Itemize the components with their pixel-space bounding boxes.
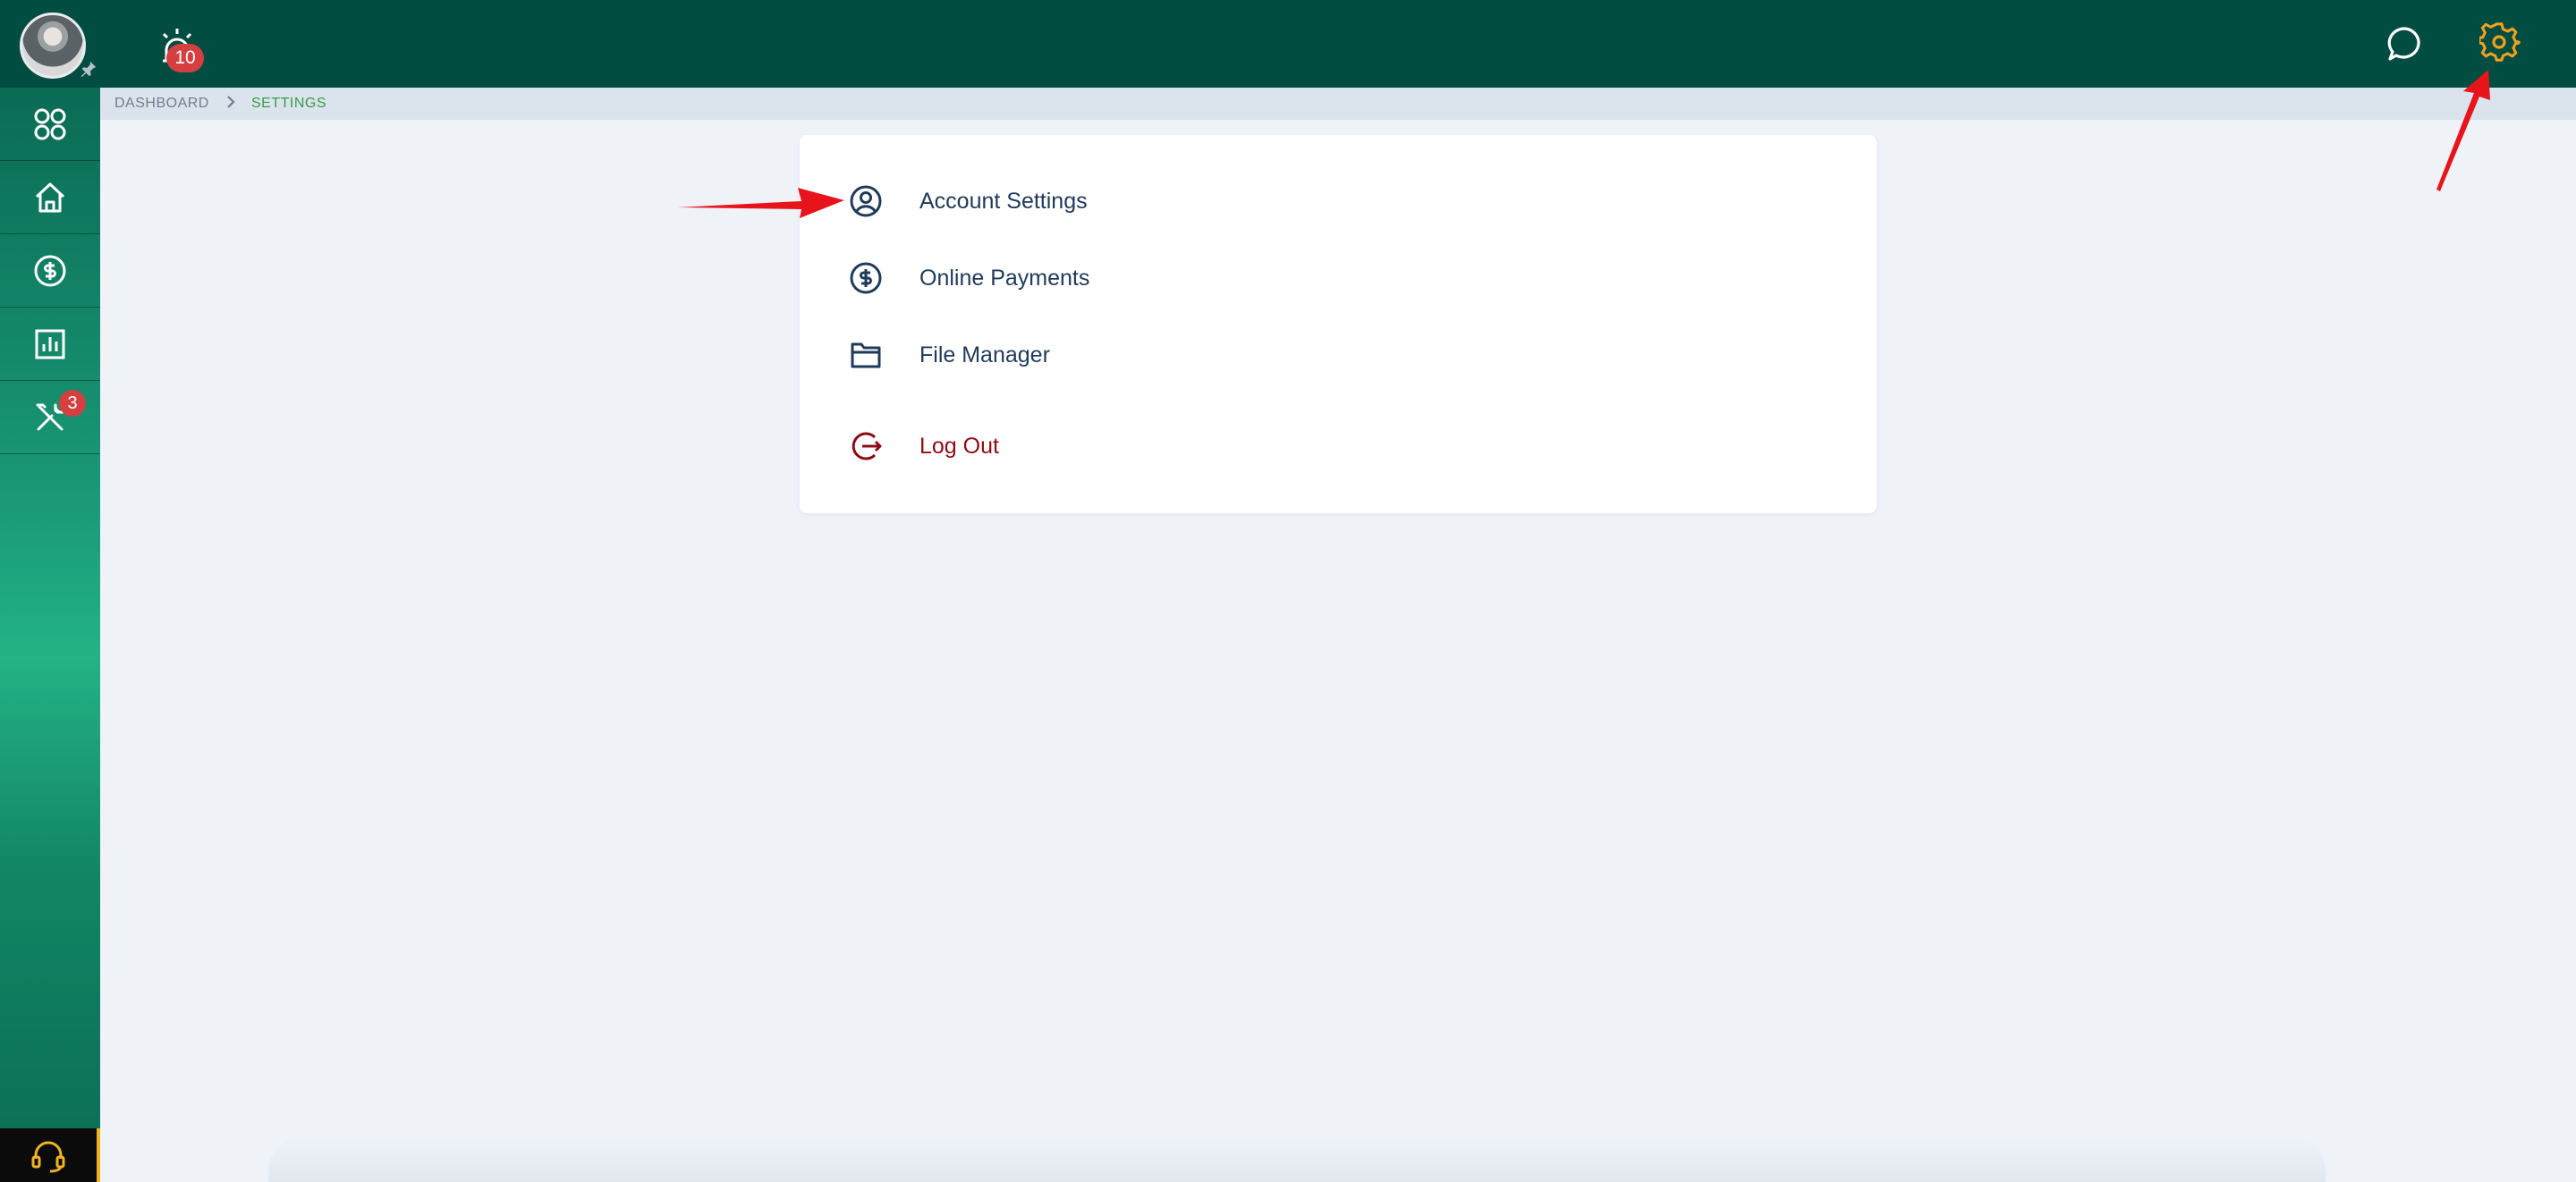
sidebar-item-tools[interactable] bbox=[0, 381, 100, 454]
home-icon bbox=[35, 182, 65, 212]
logout-icon bbox=[852, 432, 882, 460]
menu-item-log-out[interactable]: Log Out bbox=[848, 421, 1385, 471]
breadcrumb: DASHBOARD SETTINGS bbox=[100, 88, 2576, 120]
menu-label: Online Payments bbox=[919, 265, 1090, 291]
bar-chart-icon bbox=[35, 329, 65, 359]
folder-icon bbox=[851, 342, 881, 368]
headset-icon bbox=[31, 1141, 65, 1173]
breadcrumb-settings: SETTINGS bbox=[251, 96, 327, 111]
menu-item-account-settings[interactable]: Account Settings bbox=[848, 176, 1385, 226]
sidebar-item-apps[interactable] bbox=[0, 88, 100, 161]
top-bar: 10 bbox=[0, 0, 2576, 88]
menu-item-online-payments[interactable]: Online Payments bbox=[848, 253, 1385, 303]
menu-label: Log Out bbox=[919, 433, 999, 459]
user-circle-icon bbox=[850, 185, 882, 217]
pin-icon[interactable] bbox=[79, 59, 98, 79]
dollar-circle-icon bbox=[34, 255, 66, 286]
menu-label: File Manager bbox=[919, 342, 1050, 367]
chat-icon[interactable] bbox=[2385, 24, 2425, 63]
gear-icon[interactable] bbox=[2479, 22, 2521, 63]
menu-item-file-manager[interactable]: File Manager bbox=[848, 330, 1385, 380]
sidebar: 3 bbox=[0, 88, 100, 1182]
footer bbox=[268, 1136, 2326, 1182]
chevron-right-icon bbox=[227, 96, 235, 108]
settings-menu: Account Settings Online Payments File Ma… bbox=[800, 135, 1877, 513]
sidebar-item-home[interactable] bbox=[0, 161, 100, 234]
user-avatar[interactable] bbox=[20, 13, 86, 79]
tools-badge: 3 bbox=[59, 390, 86, 417]
dollar-circle-icon bbox=[850, 262, 882, 294]
alarm-badge: 10 bbox=[166, 44, 204, 72]
sidebar-item-reports[interactable] bbox=[0, 308, 100, 381]
menu-label: Account Settings bbox=[919, 188, 1088, 214]
support-button[interactable] bbox=[0, 1128, 100, 1182]
apps-grid-icon bbox=[34, 108, 66, 139]
breadcrumb-dashboard[interactable]: DASHBOARD bbox=[114, 96, 209, 112]
sidebar-item-payments[interactable] bbox=[0, 234, 100, 308]
